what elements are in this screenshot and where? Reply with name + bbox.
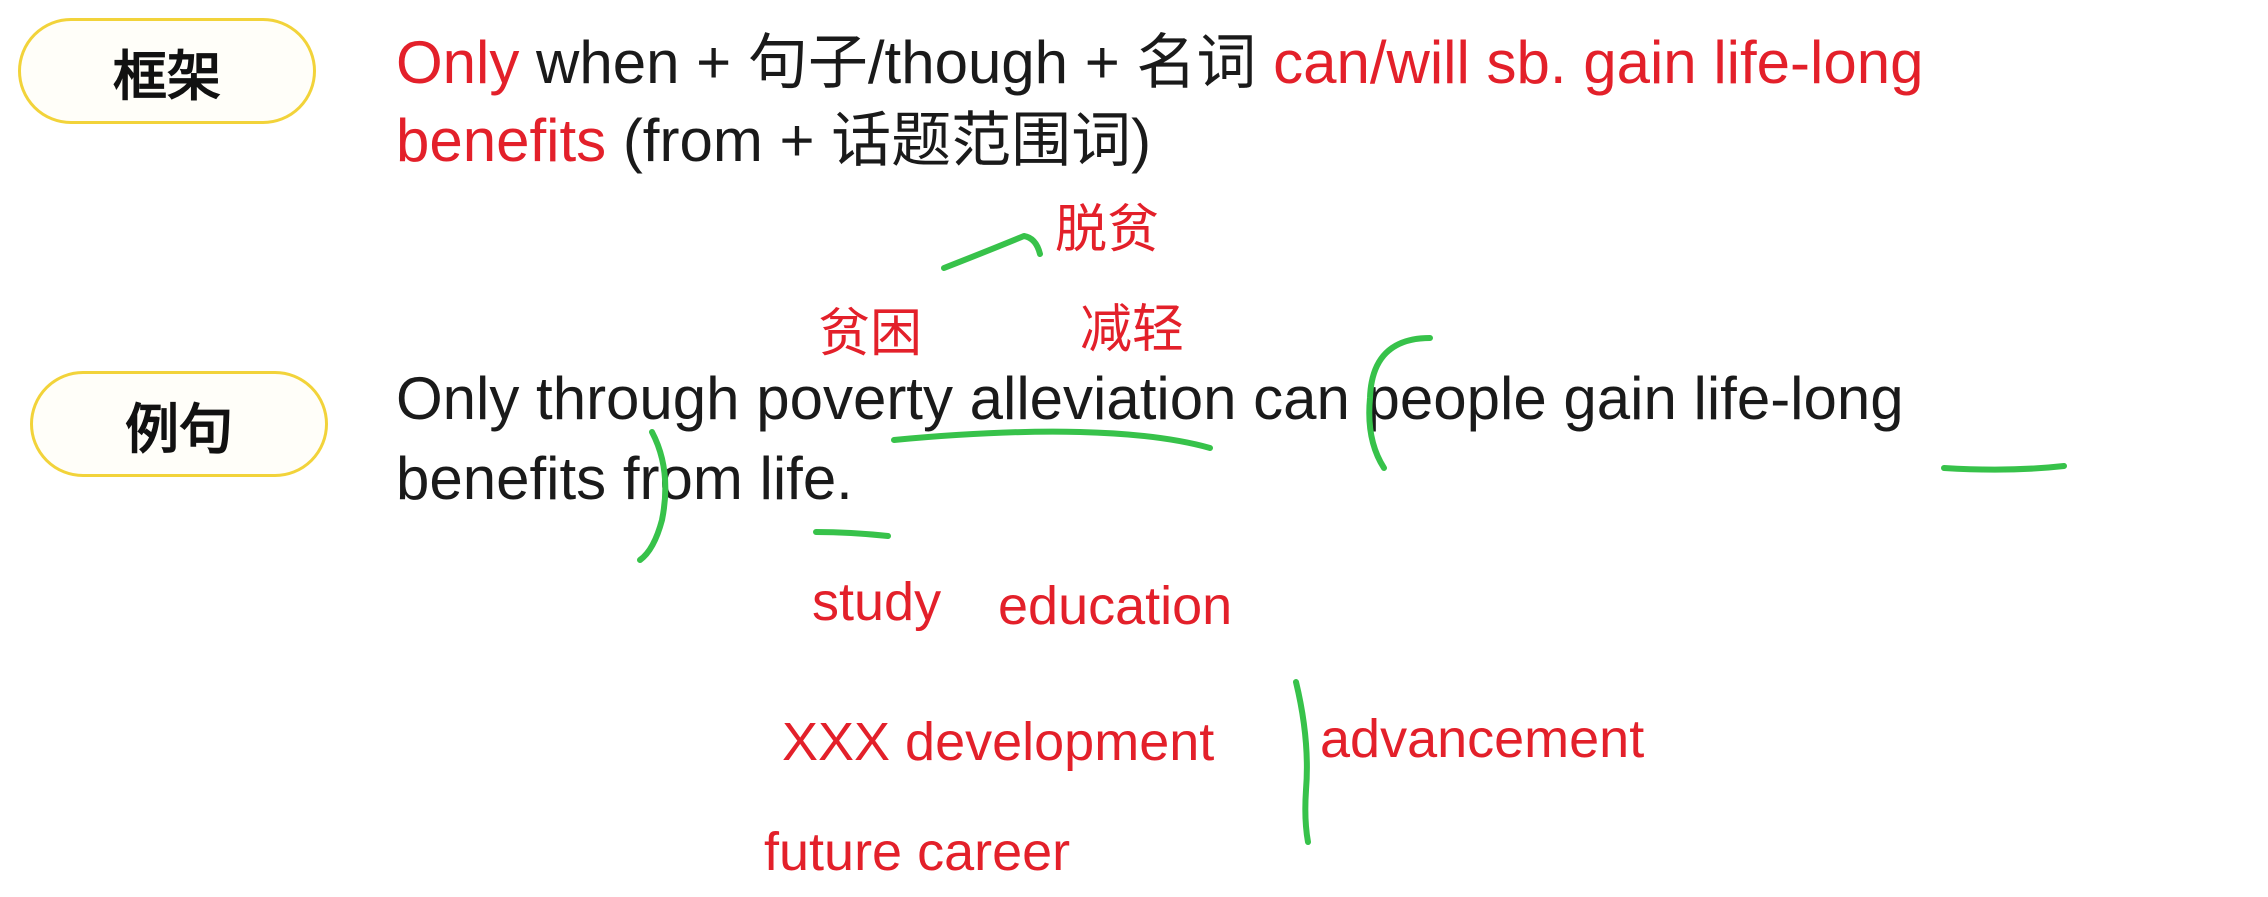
note-tuopin: 脱贫 [1055, 200, 1160, 260]
note-jianqing: 减轻 [1080, 300, 1185, 360]
ink-underline-life-long [1941, 463, 2067, 473]
note-advancement: advancement [1320, 709, 1645, 769]
ink-divider-vertical [1293, 679, 1311, 845]
frame-benefits: benefits [396, 107, 607, 174]
note-pinkun: 贫困 [818, 304, 923, 364]
note-education: education [998, 576, 1233, 636]
frame-line-2: benefits (from + 话题范围词) [396, 102, 1151, 180]
example-line-1: Only through poverty alleviation can peo… [396, 365, 1904, 432]
frame-label: 框架 [113, 44, 221, 108]
frame-middle: when + 句子/though + 名词 [519, 29, 1274, 96]
example-label: 例句 [125, 397, 233, 461]
frame-from: (from + 话题范围词) [606, 107, 1152, 174]
frame-label-pill: 框架 [18, 18, 316, 124]
ink-underline-life [813, 529, 891, 539]
example-label-pill: 例句 [30, 371, 328, 477]
note-future-career: future career [764, 822, 1071, 882]
frame-line-1: Only when + 句子/though + 名词 can/will sb. … [396, 24, 1923, 102]
ink-hook-tuopin [941, 233, 1043, 271]
frame-only: Only [396, 29, 520, 96]
note-study: study [812, 572, 942, 632]
note-xxx-development: XXX development [782, 712, 1215, 772]
example-line-2: benefits from life. [396, 445, 853, 512]
frame-tail: can/will sb. gain life-long [1273, 29, 1924, 96]
